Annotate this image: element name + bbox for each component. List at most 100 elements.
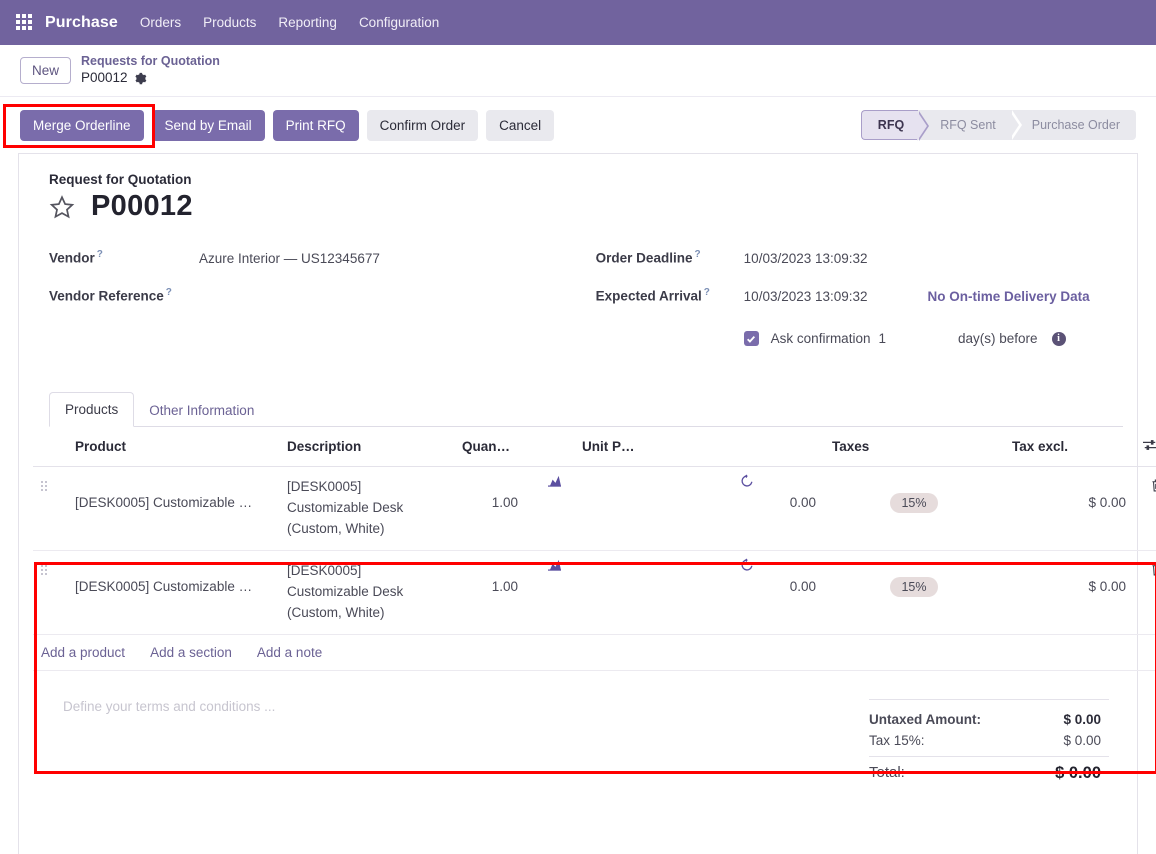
ask-confirmation-days-label: day(s) before: [957, 331, 1038, 346]
trash-icon[interactable]: [1150, 562, 1156, 577]
form-column-left: Vendor? Azure Interior — US12345677 Vend…: [49, 249, 596, 363]
th-description[interactable]: Description: [279, 427, 454, 467]
form-column-right: Order Deadline? 10/03/2023 13:09:32 Expe…: [596, 249, 1123, 363]
th-options: [1134, 427, 1156, 467]
nav-item-products[interactable]: Products: [203, 15, 256, 30]
totals-block: Untaxed Amount: $ 0.00 Tax 15%: $ 0.00 T…: [869, 698, 1109, 786]
add-a-section-link[interactable]: Add a section: [150, 645, 232, 660]
add-a-product-link[interactable]: Add a product: [41, 645, 125, 660]
row-product-cell[interactable]: [DESK0005] Customizable …: [67, 466, 279, 551]
add-row: Add a product Add a section Add a note: [33, 634, 1156, 671]
field-row-vendor: Vendor? Azure Interior — US12345677: [49, 249, 596, 287]
row-product-cell[interactable]: [DESK0005] Customizable …: [67, 550, 279, 635]
row-quantity-cell[interactable]: 1.00: [454, 550, 574, 635]
row-description-cell[interactable]: [DESK0005] Customizable Desk (Custom, Wh…: [279, 550, 454, 635]
field-value-vendor[interactable]: Azure Interior — US12345677: [199, 251, 380, 266]
row-taxes-cell[interactable]: 15%: [824, 466, 1004, 551]
ask-confirmation-checkbox[interactable]: [743, 331, 759, 346]
row-product-name[interactable]: [DESK0005] Customizable …: [75, 477, 271, 510]
breadcrumb-parent-link[interactable]: Requests for Quotation: [81, 54, 220, 70]
row-subtotal-value: $ 0.00: [1088, 578, 1126, 594]
breadcrumb-current-label: P00012: [81, 69, 128, 85]
merge-orderline-button[interactable]: Merge Orderline: [20, 109, 144, 141]
row-handle-cell: [33, 550, 67, 635]
row-unit-price-cell[interactable]: 0.00: [574, 550, 824, 635]
nav-item-reporting[interactable]: Reporting: [278, 15, 337, 30]
action-toolbar: Merge Orderline Send by Email Print RFQ …: [0, 97, 1156, 153]
cancel-button[interactable]: Cancel: [486, 109, 555, 141]
total-label-tax: Tax 15%:: [869, 732, 925, 748]
star-outline-icon[interactable]: [49, 194, 75, 220]
help-icon-vendor-reference[interactable]: ?: [166, 287, 172, 298]
tab-products[interactable]: Products: [49, 392, 135, 427]
table-header-row: Product Description Quan… Unit P… Taxes …: [33, 427, 1156, 467]
ask-confirmation-group: Ask confirmation 1 day(s) before i: [743, 331, 1066, 346]
breadcrumb: Requests for Quotation P00012: [81, 54, 220, 87]
status-stage-purchase-order[interactable]: Purchase Order: [1009, 110, 1136, 140]
form-fields: Vendor? Azure Interior — US12345677 Vend…: [49, 249, 1123, 363]
action-button-group: Merge Orderline Send by Email Print RFQ …: [20, 109, 555, 141]
row-subtotal-cell: $ 0.00: [1004, 550, 1134, 635]
row-unit-price-cell[interactable]: 0.00: [574, 466, 824, 551]
table-row[interactable]: [DESK0005] Customizable … [DESK0005] Cus…: [33, 550, 1156, 635]
drag-handle-icon[interactable]: [41, 564, 59, 575]
forecast-chart-icon[interactable]: [547, 474, 562, 487]
forecast-chart-icon[interactable]: [547, 558, 562, 571]
row-unit-price-value[interactable]: 0.00: [582, 477, 816, 510]
apps-grid-icon[interactable]: [16, 14, 33, 31]
sliders-options-icon[interactable]: [1142, 438, 1156, 452]
field-row-ask-confirmation: Ask confirmation 1 day(s) before i: [596, 325, 1123, 363]
row-tax-badge[interactable]: 15%: [890, 493, 938, 513]
help-icon-order-deadline[interactable]: ?: [694, 249, 700, 260]
field-label-vendor-reference: Vendor Reference?: [49, 287, 199, 304]
th-taxes[interactable]: Taxes: [824, 427, 1004, 467]
row-tax-badge[interactable]: 15%: [890, 576, 938, 597]
row-subtotal-cell: $ 0.00: [1004, 466, 1134, 551]
row-description-text: [DESK0005] Customizable Desk (Custom, Wh…: [287, 479, 404, 536]
row-delete-cell: [1134, 466, 1156, 551]
breadcrumb-current: P00012: [81, 70, 220, 87]
help-icon-expected-arrival[interactable]: ?: [704, 287, 710, 298]
confirm-order-button[interactable]: Confirm Order: [366, 109, 479, 141]
row-description-cell[interactable]: [DESK0005] Customizable Desk (Custom, Wh…: [279, 466, 454, 551]
print-rfq-button[interactable]: Print RFQ: [272, 109, 359, 141]
row-quantity-cell[interactable]: 1.00: [454, 466, 574, 551]
nav-item-orders[interactable]: Orders: [140, 15, 181, 30]
sheet-bottom: Define your terms and conditions ... Unt…: [33, 671, 1123, 786]
ask-confirmation-days-input[interactable]: 1: [878, 331, 886, 346]
terms-and-conditions-input[interactable]: Define your terms and conditions ...: [63, 699, 275, 786]
th-product[interactable]: Product: [67, 427, 279, 467]
app-brand-purchase[interactable]: Purchase: [45, 14, 118, 32]
purchase-history-icon[interactable]: [740, 474, 754, 488]
th-handle: [33, 427, 67, 467]
row-product-name[interactable]: [DESK0005] Customizable …: [75, 561, 271, 594]
drag-handle-icon[interactable]: [41, 481, 59, 491]
purchase-history-icon[interactable]: [740, 558, 754, 572]
th-quantity[interactable]: Quan…: [454, 427, 574, 467]
status-pipeline: RFQ RFQ Sent Purchase Order: [860, 110, 1136, 141]
th-tax-excl[interactable]: Tax excl.: [1004, 427, 1134, 467]
help-icon-vendor[interactable]: ?: [97, 249, 103, 260]
status-stage-rfq-label: RFQ: [877, 118, 905, 132]
ask-confirmation-label: Ask confirmation: [770, 331, 871, 346]
on-time-delivery-note[interactable]: No On-time Delivery Data: [928, 289, 1090, 304]
gear-icon[interactable]: [134, 72, 147, 85]
tab-other-information[interactable]: Other Information: [134, 394, 269, 427]
new-record-button[interactable]: New: [20, 57, 72, 84]
send-by-email-button[interactable]: Send by Email: [151, 109, 265, 141]
tab-other-information-label: Other Information: [149, 403, 255, 418]
row-taxes-cell[interactable]: 15%: [824, 550, 1004, 635]
field-value-expected-arrival[interactable]: 10/03/2023 13:09:32: [744, 289, 868, 304]
th-unit-price[interactable]: Unit P…: [574, 427, 824, 467]
status-stage-rfq-sent[interactable]: RFQ Sent: [918, 110, 1022, 140]
nav-item-configuration[interactable]: Configuration: [359, 15, 439, 30]
status-stage-rfq[interactable]: RFQ: [860, 110, 930, 141]
info-icon[interactable]: i: [1051, 331, 1066, 346]
field-value-order-deadline[interactable]: 10/03/2023 13:09:32: [744, 251, 868, 266]
row-unit-price-value[interactable]: 0.00: [582, 561, 816, 594]
table-row[interactable]: [DESK0005] Customizable … [DESK0005] Cus…: [33, 466, 1156, 551]
add-a-note-link[interactable]: Add a note: [257, 645, 322, 660]
field-row-expected-arrival: Expected Arrival? 10/03/2023 13:09:32 No…: [596, 287, 1123, 325]
trash-icon[interactable]: [1150, 478, 1156, 493]
title-row: P00012: [49, 190, 1123, 223]
